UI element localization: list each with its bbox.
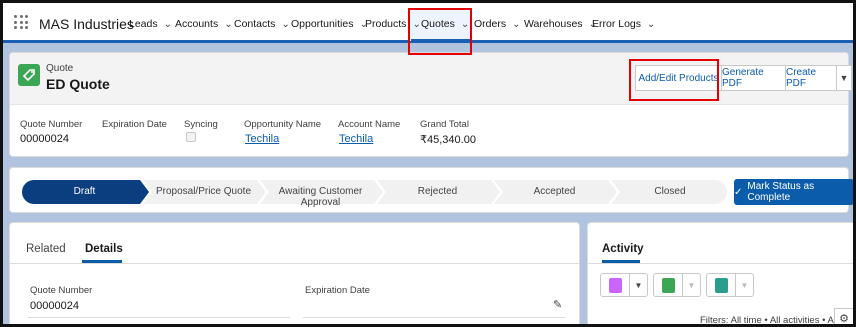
quote-number-value: 00000024 bbox=[20, 133, 69, 145]
quote-icon bbox=[18, 64, 40, 86]
detail-expiration-date-label: Expiration Date bbox=[305, 285, 370, 296]
nav-item-accounts[interactable]: Accounts ⌄ bbox=[175, 18, 233, 30]
status-path-card: Draft Proposal/Price Quote Awaiting Cust… bbox=[9, 167, 853, 213]
new-event-dropdown[interactable]: ▼ bbox=[630, 273, 648, 297]
log-call-dropdown[interactable]: ▼ bbox=[736, 273, 754, 297]
record-header: Quote ED Quote Add/Edit Products Generat… bbox=[9, 52, 852, 157]
highlight-box-add-edit-products bbox=[629, 59, 719, 101]
app-launcher-icon[interactable] bbox=[14, 15, 28, 29]
nav-item-contacts[interactable]: Contacts ⌄ bbox=[234, 18, 290, 30]
syncing-label: Syncing bbox=[184, 119, 218, 130]
new-event-button[interactable] bbox=[600, 273, 630, 297]
record-title: ED Quote bbox=[46, 76, 110, 92]
chevron-down-icon[interactable]: ⌄ bbox=[164, 19, 172, 30]
nav-item-opportunities[interactable]: Opportunities ⌄ bbox=[291, 18, 368, 30]
activity-title: Activity bbox=[602, 243, 644, 255]
detail-quote-number-value: 00000024 bbox=[30, 300, 79, 312]
chevron-down-icon[interactable]: ⌄ bbox=[647, 19, 655, 30]
path-stage-rejected[interactable]: Rejected bbox=[379, 186, 496, 197]
nav-item-leads[interactable]: Leads ⌄ bbox=[129, 18, 172, 30]
more-actions-icon[interactable]: ▼ bbox=[836, 65, 852, 91]
chevron-down-icon[interactable]: ⌄ bbox=[512, 19, 520, 30]
quote-number-label: Quote Number bbox=[20, 119, 83, 130]
nav-item-orders[interactable]: Orders ⌄ bbox=[474, 18, 520, 30]
opportunity-name-label: Opportunity Name bbox=[244, 119, 322, 130]
calendar-icon bbox=[609, 278, 622, 293]
detail-quote-number-label: Quote Number bbox=[30, 285, 93, 296]
nav-item-warehouses[interactable]: Warehouses ⌄ bbox=[524, 18, 597, 30]
tab-details[interactable]: Details bbox=[85, 243, 123, 255]
chevron-down-icon[interactable]: ⌄ bbox=[224, 19, 232, 30]
object-label: Quote bbox=[46, 63, 74, 74]
activity-card: Activity ▼ ▼ ▼ Filters: All time • All a… bbox=[587, 222, 853, 324]
mark-status-complete-button[interactable]: ✓ Mark Status as Complete bbox=[734, 179, 853, 205]
checkmark-icon: ✓ bbox=[734, 186, 743, 198]
grand-total-value: ₹45,340.00 bbox=[420, 134, 476, 146]
opportunity-link[interactable]: Techila bbox=[245, 133, 279, 145]
app-window: MAS Industries Leads ⌄ Accounts ⌄ Contacts… bbox=[3, 3, 853, 324]
field-underline bbox=[28, 317, 290, 318]
gear-icon[interactable]: ⚙ bbox=[834, 308, 853, 324]
grand-total-label: Grand Total bbox=[420, 119, 469, 130]
tab-related[interactable]: Related bbox=[26, 243, 66, 255]
account-link[interactable]: Techila bbox=[339, 133, 373, 145]
log-call-button[interactable] bbox=[706, 273, 736, 297]
tab-divider bbox=[10, 263, 579, 264]
path-stage-closed[interactable]: Closed bbox=[613, 186, 727, 197]
path-stage-awaiting-approval[interactable]: Awaiting Customer Approval bbox=[262, 186, 379, 208]
account-name-label: Account Name bbox=[338, 119, 401, 130]
new-task-button[interactable] bbox=[653, 273, 683, 297]
task-list-icon bbox=[662, 278, 675, 293]
chevron-down-icon[interactable]: ⌄ bbox=[281, 19, 289, 30]
create-pdf-button[interactable]: Create PDF bbox=[785, 65, 837, 91]
field-underline bbox=[303, 317, 565, 318]
nav-item-error-logs[interactable]: Error Logs ⌄ bbox=[592, 18, 655, 30]
generate-pdf-button[interactable]: Generate PDF bbox=[721, 65, 786, 91]
edit-pencil-icon[interactable]: ✎ bbox=[553, 298, 562, 311]
activity-divider bbox=[588, 263, 853, 264]
path-stage-draft[interactable]: Draft bbox=[22, 186, 147, 197]
phone-icon bbox=[715, 278, 728, 293]
details-card: Related Details Quote Number 00000024 Ex… bbox=[9, 222, 580, 324]
app-name: MAS Industries bbox=[39, 16, 134, 32]
highlight-box-quotes bbox=[408, 8, 472, 55]
activity-filters[interactable]: Filters: All time • All activities • All… bbox=[700, 315, 853, 324]
expiration-date-label: Expiration Date bbox=[102, 119, 167, 130]
path-stage-accepted[interactable]: Accepted bbox=[496, 186, 613, 197]
syncing-checkbox bbox=[186, 132, 196, 142]
path-stage-proposal[interactable]: Proposal/Price Quote bbox=[145, 186, 262, 197]
new-task-dropdown[interactable]: ▼ bbox=[683, 273, 701, 297]
